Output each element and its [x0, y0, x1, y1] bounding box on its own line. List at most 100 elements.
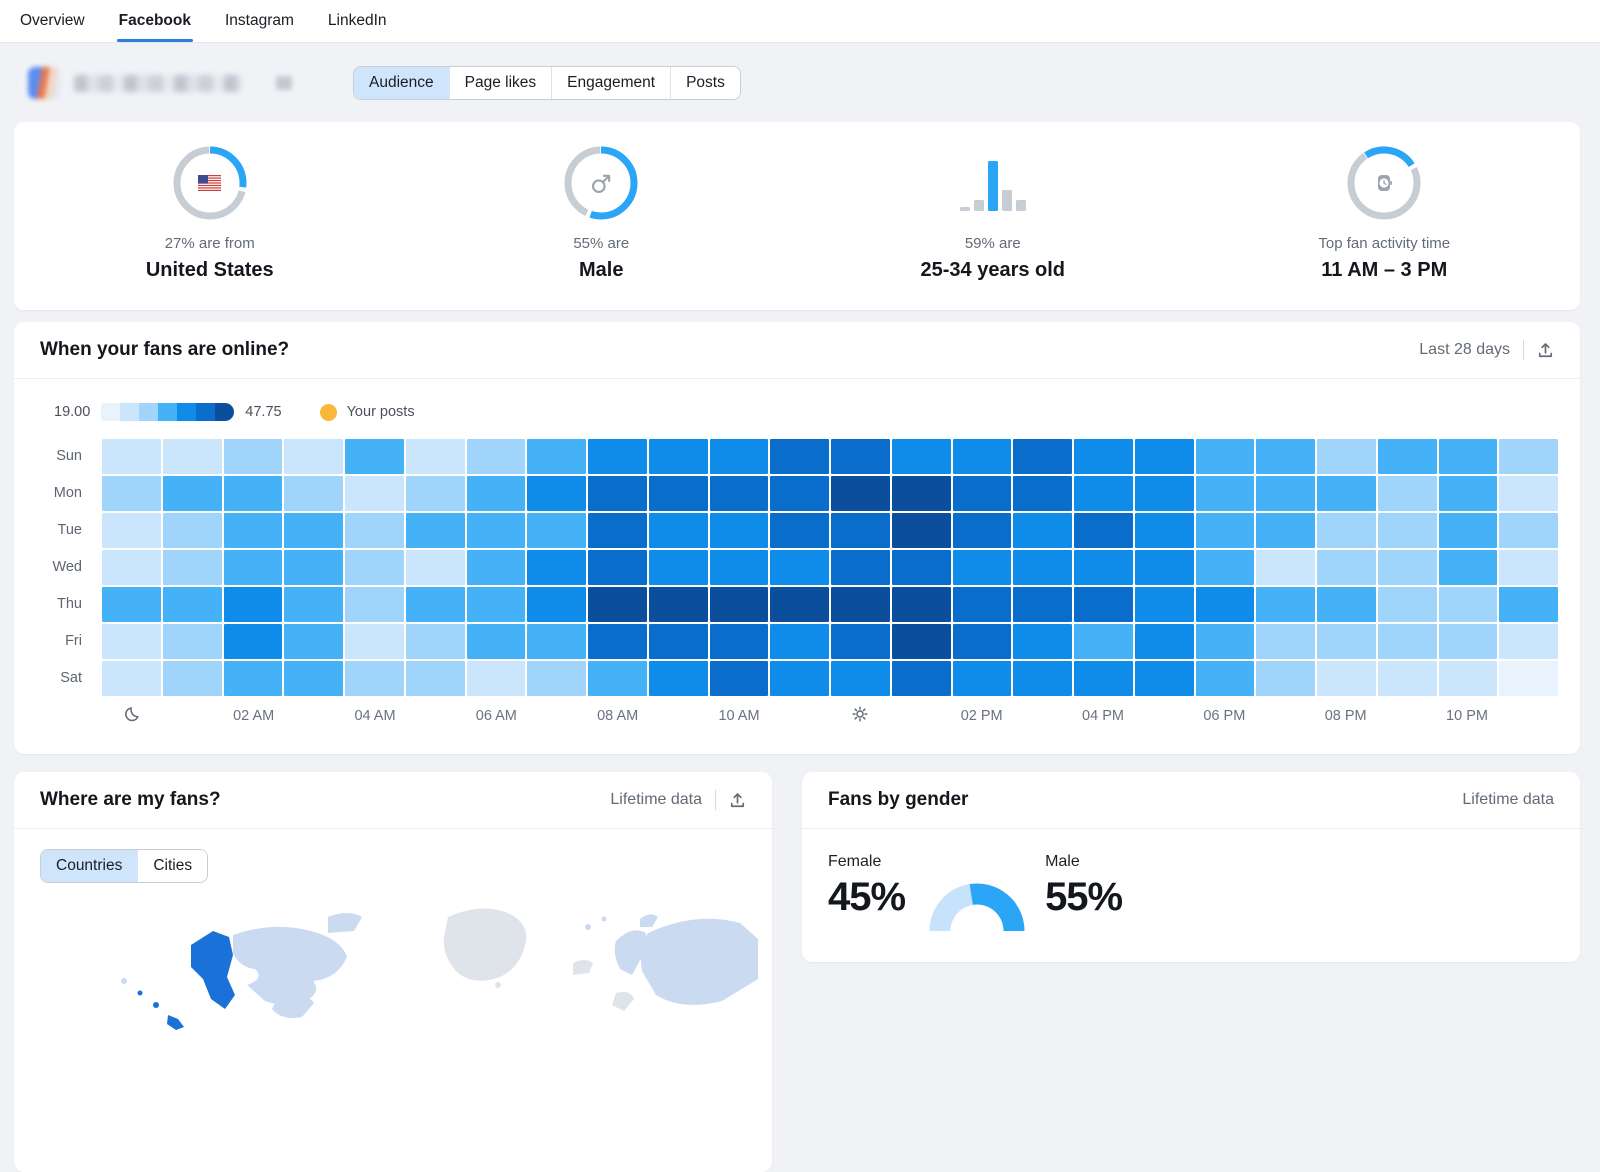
heatmap-cell[interactable] [224, 624, 283, 659]
heatmap-cell[interactable] [1074, 587, 1133, 622]
heatmap-cell[interactable] [163, 476, 222, 511]
heatmap-cell[interactable] [892, 550, 951, 585]
heatmap-cell[interactable] [102, 513, 161, 548]
tab-posts[interactable]: Posts [670, 67, 740, 99]
heatmap-cell[interactable] [163, 661, 222, 696]
heatmap-cell[interactable] [1378, 661, 1437, 696]
heatmap-cell[interactable] [406, 624, 465, 659]
export-icon[interactable] [1537, 342, 1554, 359]
heatmap-cell[interactable] [1013, 550, 1072, 585]
heatmap-cell[interactable] [770, 439, 829, 474]
heatmap-cell[interactable] [527, 476, 586, 511]
heatmap-cell[interactable] [831, 587, 890, 622]
heatmap-cell[interactable] [102, 550, 161, 585]
heatmap-cell[interactable] [1135, 476, 1194, 511]
heatmap-cell[interactable] [710, 587, 769, 622]
heatmap-cell[interactable] [892, 513, 951, 548]
geo-tab-cities[interactable]: Cities [137, 850, 207, 882]
heatmap-cell[interactable] [1196, 661, 1255, 696]
heatmap-cell[interactable] [284, 661, 343, 696]
heatmap-cell[interactable] [1013, 624, 1072, 659]
heatmap-cell[interactable] [406, 439, 465, 474]
heatmap-cell[interactable] [1013, 513, 1072, 548]
heatmap-cell[interactable] [345, 513, 404, 548]
heatmap-cell[interactable] [1378, 624, 1437, 659]
heatmap-cell[interactable] [1074, 476, 1133, 511]
heatmap-cell[interactable] [831, 476, 890, 511]
heatmap-cell[interactable] [831, 624, 890, 659]
heatmap-cell[interactable] [527, 513, 586, 548]
heatmap-cell[interactable] [831, 550, 890, 585]
heatmap-cell[interactable] [406, 661, 465, 696]
heatmap-cell[interactable] [649, 661, 708, 696]
heatmap-cell[interactable] [467, 513, 526, 548]
heatmap-cell[interactable] [831, 513, 890, 548]
heatmap-cell[interactable] [1317, 587, 1376, 622]
heatmap-cell[interactable] [1499, 624, 1558, 659]
heatmap-cell[interactable] [527, 439, 586, 474]
heatmap-cell[interactable] [1256, 476, 1315, 511]
export-icon[interactable] [729, 792, 746, 809]
heatmap-cell[interactable] [1256, 661, 1315, 696]
heatmap-cell[interactable] [1074, 550, 1133, 585]
heatmap-cell[interactable] [1135, 587, 1194, 622]
heatmap-cell[interactable] [406, 587, 465, 622]
heatmap-cell[interactable] [345, 550, 404, 585]
heatmap-cell[interactable] [1499, 513, 1558, 548]
heatmap-cell[interactable] [1256, 587, 1315, 622]
heatmap-cell[interactable] [163, 550, 222, 585]
heatmap-cell[interactable] [102, 476, 161, 511]
heatmap-cell[interactable] [1439, 624, 1498, 659]
heatmap-cell[interactable] [588, 624, 647, 659]
heatmap-cell[interactable] [710, 550, 769, 585]
heatmap-cell[interactable] [224, 513, 283, 548]
heatmap-cell[interactable] [224, 439, 283, 474]
heatmap-cell[interactable] [345, 587, 404, 622]
heatmap-cell[interactable] [467, 439, 526, 474]
heatmap-cell[interactable] [1317, 476, 1376, 511]
heatmap-cell[interactable] [1256, 624, 1315, 659]
tab-engagement[interactable]: Engagement [551, 67, 670, 99]
heatmap-cell[interactable] [710, 476, 769, 511]
heatmap-cell[interactable] [1256, 439, 1315, 474]
tab-page-likes[interactable]: Page likes [449, 67, 552, 99]
heatmap-cell[interactable] [406, 513, 465, 548]
heatmap-cell[interactable] [1196, 476, 1255, 511]
heatmap-cell[interactable] [710, 624, 769, 659]
heatmap-cell[interactable] [284, 624, 343, 659]
heatmap-cell[interactable] [1499, 439, 1558, 474]
heatmap-cell[interactable] [1135, 550, 1194, 585]
heatmap-cell[interactable] [770, 661, 829, 696]
heatmap-cell[interactable] [770, 476, 829, 511]
heatmap-cell[interactable] [1317, 513, 1376, 548]
heatmap-cell[interactable] [953, 661, 1012, 696]
heatmap-cell[interactable] [588, 661, 647, 696]
heatmap-cell[interactable] [1074, 661, 1133, 696]
heatmap-cell[interactable] [163, 439, 222, 474]
heatmap-cell[interactable] [1499, 661, 1558, 696]
heatmap-cell[interactable] [345, 476, 404, 511]
heatmap-cell[interactable] [1317, 624, 1376, 659]
heatmap-cell[interactable] [1135, 439, 1194, 474]
heatmap-cell[interactable] [1378, 439, 1437, 474]
heatmap-cell[interactable] [163, 513, 222, 548]
heatmap-cell[interactable] [953, 587, 1012, 622]
heatmap-cell[interactable] [345, 439, 404, 474]
heatmap-cell[interactable] [1013, 587, 1072, 622]
heatmap-cell[interactable] [1439, 439, 1498, 474]
heatmap-cell[interactable] [649, 476, 708, 511]
heatmap-cell[interactable] [892, 661, 951, 696]
heatmap-cell[interactable] [284, 476, 343, 511]
heatmap-cell[interactable] [770, 550, 829, 585]
heatmap-cell[interactable] [102, 624, 161, 659]
heatmap-cell[interactable] [1439, 513, 1498, 548]
heatmap-cell[interactable] [588, 476, 647, 511]
heatmap-cell[interactable] [284, 587, 343, 622]
heatmap-cell[interactable] [467, 624, 526, 659]
heatmap-cell[interactable] [892, 439, 951, 474]
heatmap-cell[interactable] [1074, 439, 1133, 474]
heatmap-cell[interactable] [588, 550, 647, 585]
heatmap-cell[interactable] [1256, 513, 1315, 548]
heatmap-cell[interactable] [1499, 550, 1558, 585]
heatmap-cell[interactable] [649, 624, 708, 659]
